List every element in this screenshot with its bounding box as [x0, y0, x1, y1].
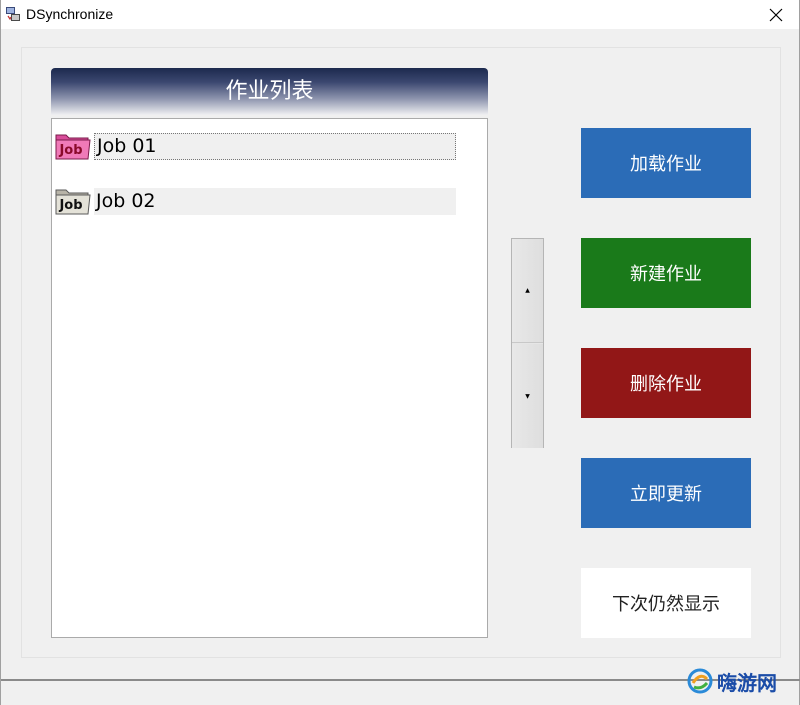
job-order-scroller: ▲ ▼ [511, 238, 544, 448]
arrow-down-icon: ▼ [525, 392, 530, 400]
job-folder-gray-icon: Job [55, 189, 91, 215]
delete-job-button[interactable]: 删除作业 [581, 348, 751, 418]
job-folder-pink-icon: Job [55, 134, 91, 160]
watermark-logo-icon [687, 668, 713, 694]
app-icon [6, 7, 20, 21]
arrow-up-icon: ▲ [525, 287, 530, 294]
move-up-button[interactable]: ▲ [512, 239, 543, 343]
job-label: Job 02 [94, 188, 456, 215]
watermark: 嗨游网 [687, 668, 791, 695]
show-next-time-button[interactable]: 下次仍然显示 [581, 568, 751, 638]
job-list-header: 作业列表 [51, 68, 488, 115]
status-divider [1, 679, 800, 681]
load-job-button[interactable]: 加载作业 [581, 128, 751, 198]
window-title: DSynchronize [26, 6, 114, 22]
close-icon [769, 8, 783, 21]
app-window: DSynchronize 作业列表 Job Job 01 Job Job 02 [0, 0, 800, 705]
close-button[interactable] [753, 0, 799, 29]
move-down-button[interactable]: ▼ [512, 344, 543, 448]
job-list[interactable]: Job Job 01 Job Job 02 [51, 118, 488, 638]
job-list-item-01[interactable]: Job Job 01 [54, 131, 456, 161]
svg-text:Job: Job [58, 143, 82, 158]
watermark-text: 嗨游网 [717, 670, 777, 695]
update-now-button[interactable]: 立即更新 [581, 458, 751, 528]
svg-text:Job: Job [58, 198, 82, 213]
job-list-item-02[interactable]: Job Job 02 [54, 186, 456, 216]
new-job-button[interactable]: 新建作业 [581, 238, 751, 308]
job-label: Job 01 [94, 133, 456, 160]
title-bar[interactable]: DSynchronize [1, 0, 799, 29]
